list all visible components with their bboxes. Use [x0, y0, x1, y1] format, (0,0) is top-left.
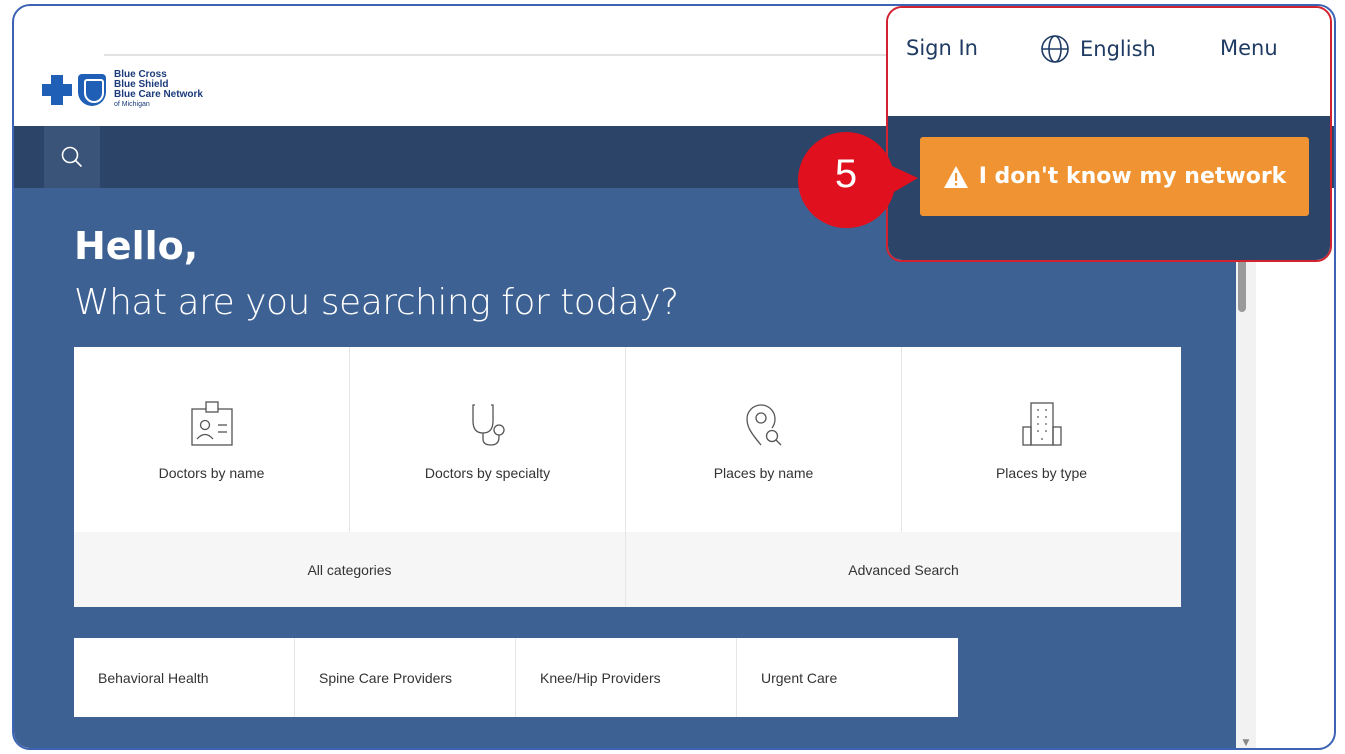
category-label: Places by type	[995, 465, 1088, 481]
logo-text: Blue Cross Blue Shield Blue Care Network…	[114, 70, 203, 109]
zoom-callout: Sign In English Menu I don't know my net…	[886, 6, 1332, 262]
logo-line-4: of Michigan	[114, 101, 150, 108]
quick-links: Behavioral Health Spine Care Providers K…	[74, 638, 958, 717]
language-selector[interactable]: English	[1040, 34, 1156, 64]
category-places-by-name[interactable]: Places by name	[626, 347, 902, 532]
quick-link-knee-hip[interactable]: Knee/Hip Providers	[516, 638, 737, 717]
menu-button[interactable]: Menu	[1220, 36, 1278, 60]
bcbs-logo[interactable]: Blue Cross Blue Shield Blue Care Network…	[42, 70, 203, 109]
network-button-label: I don't know my network	[978, 164, 1287, 189]
category-card: Doctors by name Doctors by specialty Pla…	[74, 347, 1181, 607]
search-icon	[61, 146, 83, 168]
category-label: Places by name	[713, 465, 814, 481]
location-search-icon	[745, 404, 781, 446]
step-number: 5	[834, 152, 858, 196]
category-doctors-by-name[interactable]: Doctors by name	[74, 347, 350, 532]
id-card-icon	[190, 401, 233, 446]
advanced-search-link[interactable]: Advanced Search	[626, 532, 1181, 607]
warning-icon	[943, 165, 968, 188]
hero-subtitle: What are you searching for today?	[74, 282, 679, 323]
quick-link-behavioral-health[interactable]: Behavioral Health	[74, 638, 295, 717]
category-places-by-type[interactable]: Places by type	[902, 347, 1181, 532]
category-label: Doctors by specialty	[424, 465, 551, 481]
category-label: Doctors by name	[158, 465, 265, 481]
scrollbar-thumb[interactable]	[1238, 258, 1246, 312]
globe-icon	[1041, 35, 1069, 63]
quick-link-spine-care[interactable]: Spine Care Providers	[295, 638, 516, 717]
sign-in-link[interactable]: Sign In	[906, 36, 978, 60]
logo-line-3: Blue Care Network	[114, 89, 203, 100]
dont-know-network-button[interactable]: I don't know my network	[920, 137, 1309, 216]
hero-greeting: Hello,	[74, 224, 199, 268]
address-bar-edge	[104, 54, 904, 56]
language-label: English	[1080, 37, 1156, 61]
category-doctors-by-specialty[interactable]: Doctors by specialty	[350, 347, 626, 532]
building-icon	[1021, 402, 1062, 446]
blue-cross-icon	[42, 74, 72, 105]
blue-shield-icon	[78, 73, 106, 106]
quick-link-urgent-care[interactable]: Urgent Care	[737, 638, 958, 717]
all-categories-link[interactable]: All categories	[74, 532, 626, 607]
stethoscope-icon	[471, 404, 505, 446]
scroll-down-arrow-icon[interactable]: ▼	[1236, 738, 1256, 748]
search-button[interactable]	[44, 126, 100, 188]
